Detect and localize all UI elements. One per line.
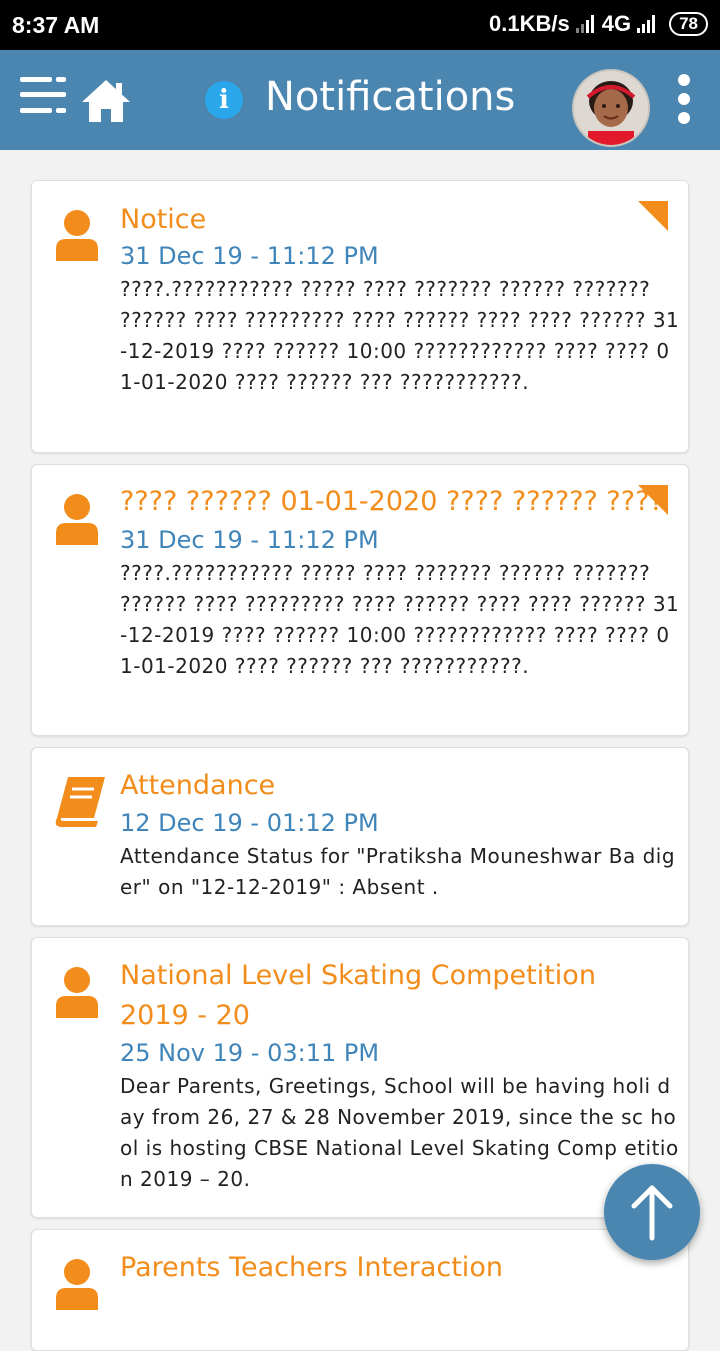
- notification-body: ????.??????????? ????? ???? ??????? ????…: [120, 277, 680, 394]
- notification-title: Notice: [120, 204, 207, 235]
- person-icon: [56, 1259, 98, 1310]
- person-icon: [56, 210, 98, 261]
- notification-title: Attendance: [120, 770, 276, 801]
- notification-title: ???? ?????? 01-01-2020 ???? ?????? ????: [120, 486, 664, 517]
- page-title: Notifications: [265, 74, 516, 120]
- person-icon: [56, 967, 98, 1018]
- network-type: 4G: [601, 11, 632, 36]
- status-indicators: 0.1KB/s 4G 78: [489, 11, 708, 37]
- unread-indicator: [638, 485, 668, 515]
- notification-card[interactable]: Notice 31 Dec 19 - 11:12 PM ????.???????…: [31, 180, 689, 453]
- more-vert-icon[interactable]: [670, 72, 700, 130]
- scroll-to-top-button[interactable]: [604, 1164, 700, 1260]
- battery-icon: 78: [669, 12, 708, 36]
- notification-date: 31 Dec 19 - 11:12 PM: [120, 526, 379, 554]
- home-icon[interactable]: [80, 78, 132, 124]
- notification-title: National Level Skating Competition 2019 …: [120, 960, 596, 1031]
- notification-date: 31 Dec 19 - 11:12 PM: [120, 242, 379, 270]
- app-bar: i Notifications: [0, 50, 720, 150]
- notification-card[interactable]: National Level Skating Competition 2019 …: [31, 937, 689, 1218]
- notification-date: 12 Dec 19 - 01:12 PM: [120, 809, 379, 837]
- avatar[interactable]: [572, 69, 650, 147]
- signal-icon: [575, 15, 594, 33]
- notification-date: 25 Nov 19 - 03:11 PM: [120, 1039, 380, 1067]
- book-icon: [55, 777, 105, 827]
- status-time: 8:37 AM: [12, 12, 100, 38]
- notification-body: Dear Parents, Greetings, School will be …: [120, 1074, 679, 1191]
- menu-icon[interactable]: [20, 77, 66, 125]
- notification-body: Attendance Status for "Pratiksha Mounesh…: [120, 844, 676, 899]
- status-bar: 8:37 AM 0.1KB/s 4G 78: [0, 0, 720, 50]
- notification-body: ????.??????????? ????? ???? ??????? ????…: [120, 561, 680, 678]
- notification-card[interactable]: Parents Teachers Interaction: [31, 1229, 689, 1351]
- person-icon: [56, 494, 98, 545]
- notification-card[interactable]: ???? ?????? 01-01-2020 ???? ?????? ???? …: [31, 464, 689, 736]
- arrow-up-icon: [631, 1185, 673, 1241]
- info-icon: i: [205, 81, 243, 119]
- notification-title: Parents Teachers Interaction: [120, 1252, 503, 1283]
- notification-card[interactable]: Attendance 12 Dec 19 - 01:12 PM Attendan…: [31, 747, 689, 926]
- network-speed: 0.1KB/s: [489, 11, 570, 36]
- signal-icon-2: [637, 15, 656, 33]
